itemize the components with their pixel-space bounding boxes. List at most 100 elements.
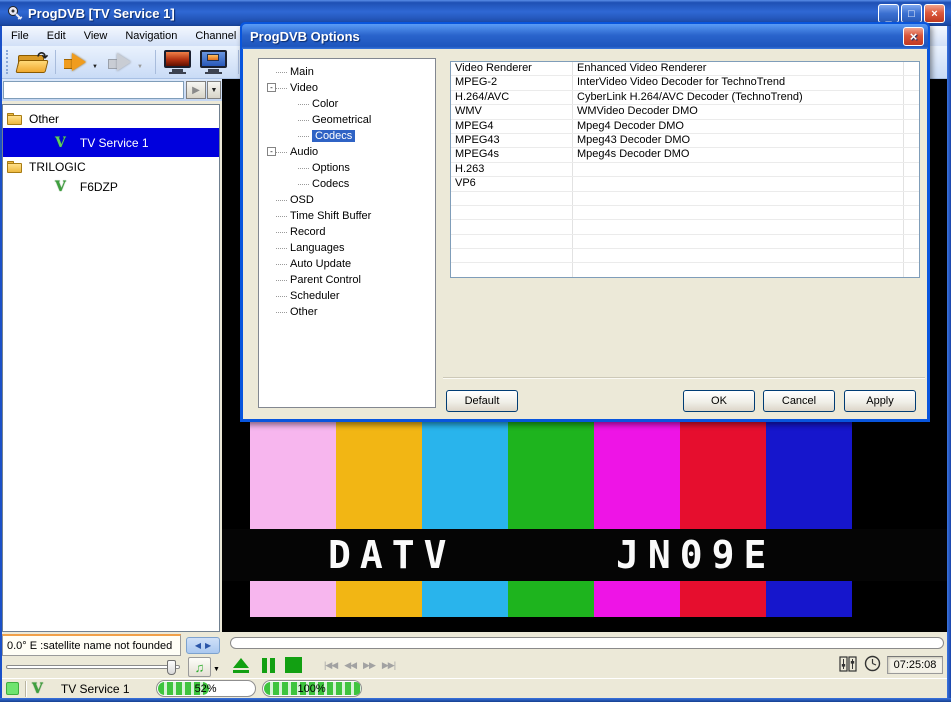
tree-item-osd[interactable]: OSD: [259, 192, 435, 208]
codec-format-cell: MPEG-2: [451, 76, 573, 89]
back-button[interactable]: [64, 53, 86, 71]
table-row[interactable]: H.263: [451, 163, 919, 177]
codec-format-cell: [451, 220, 573, 233]
codec-spacer-cell: [904, 62, 919, 75]
cancel-button[interactable]: Cancel: [763, 390, 835, 412]
music-note-icon: ♫: [195, 660, 205, 675]
table-row[interactable]: MPEG4sMpeg4s Decoder DMO: [451, 148, 919, 162]
rewind-button[interactable]: ◀◀: [344, 660, 356, 671]
tree-item-auto-update[interactable]: Auto Update: [259, 256, 435, 272]
codec-decoder-cell: Enhanced Video Renderer: [573, 62, 904, 75]
tree-item-codecs[interactable]: Codecs: [259, 176, 435, 192]
table-row[interactable]: [451, 206, 919, 220]
toolbar-grip-handle[interactable]: [6, 50, 9, 74]
table-row[interactable]: Video RendererEnhanced Video Renderer: [451, 62, 919, 76]
codec-format-cell: MPEG4s: [451, 148, 573, 161]
menu-view[interactable]: View: [75, 30, 117, 42]
open-channel-list-button[interactable]: ↷: [17, 51, 47, 74]
fullscreen-button[interactable]: [164, 50, 191, 74]
tree-item-main[interactable]: Main: [259, 64, 435, 80]
tree-item-parent-control[interactable]: Parent Control: [259, 272, 435, 288]
tree-item-audio[interactable]: -Audio: [259, 144, 435, 160]
volume-slider[interactable]: [6, 665, 180, 669]
tree-expander-icon[interactable]: -: [267, 83, 276, 92]
play-icon: ▶: [192, 85, 200, 96]
tree-item-other[interactable]: Other: [259, 304, 435, 320]
table-row[interactable]: MPEG-2InterVideo Video Decoder for Techn…: [451, 76, 919, 90]
eject-button[interactable]: [230, 658, 252, 673]
channel-prev-next-buttons[interactable]: ◀ ▶: [186, 637, 220, 654]
default-button[interactable]: Default: [446, 390, 518, 412]
table-row[interactable]: VP6: [451, 177, 919, 191]
dialog-title-bar[interactable]: ProgDVB Options ×: [242, 24, 928, 49]
tree-item-label: Other: [290, 306, 318, 318]
pause-button[interactable]: [262, 658, 275, 673]
tree-item-label: Time Shift Buffer: [290, 210, 371, 222]
satellite-status-tab[interactable]: 0.0° E :satellite name not founded: [2, 634, 181, 656]
transport-controls: |◀◀◀◀▶▶▶▶| 07:25:08: [222, 652, 947, 678]
table-row[interactable]: [451, 192, 919, 206]
tree-item-time-shift-buffer[interactable]: Time Shift Buffer: [259, 208, 435, 224]
signal-quality-value: 100%: [263, 681, 361, 696]
codec-spacer-cell: [904, 76, 919, 89]
tree-item-label: Video: [290, 82, 318, 94]
tree-item-codecs[interactable]: Codecs: [259, 128, 435, 144]
tree-item-label: Codecs: [312, 130, 355, 142]
table-row[interactable]: [451, 220, 919, 234]
clock-button[interactable]: [864, 655, 881, 675]
maximize-button[interactable]: □: [901, 4, 922, 23]
channel-dropdown-button[interactable]: ▼: [207, 81, 221, 99]
menu-file[interactable]: File: [2, 30, 38, 42]
tree-item-scheduler[interactable]: Scheduler: [259, 288, 435, 304]
channel-play-button[interactable]: ▶: [186, 81, 206, 99]
channel-item[interactable]: VTV Service 1: [3, 128, 219, 157]
menu-edit[interactable]: Edit: [38, 30, 75, 42]
skip-end-button[interactable]: ▶▶|: [382, 660, 395, 671]
forward-dropdown-caret[interactable]: ▼: [137, 64, 143, 70]
channel-item[interactable]: VF6DZP: [3, 176, 219, 198]
codec-decoder-cell: WMVideo Decoder DMO: [573, 105, 904, 118]
mixer-button[interactable]: [838, 656, 858, 675]
stop-button[interactable]: [285, 657, 302, 673]
channel-search-row: ▶ ▼: [2, 79, 222, 101]
tree-item-record[interactable]: Record: [259, 224, 435, 240]
fast-forward-button[interactable]: ▶▶: [363, 660, 375, 671]
tree-item-video[interactable]: - Video: [259, 80, 435, 96]
channel-group-header[interactable]: TRILOGIC: [3, 157, 219, 176]
tree-item-geometrical[interactable]: Geometrical: [259, 112, 435, 128]
video-window-button[interactable]: [200, 50, 227, 74]
menu-channel[interactable]: Channel: [186, 30, 245, 42]
prev-channel-icon: ◀: [195, 641, 201, 650]
close-button[interactable]: ×: [924, 4, 945, 23]
tree-item-label: Options: [312, 162, 350, 174]
tree-item-color[interactable]: Color: [259, 96, 435, 112]
audio-track-button[interactable]: ♫: [188, 657, 211, 677]
table-row[interactable]: H.264/AVCCyberLink H.264/AVC Decoder (Te…: [451, 91, 919, 105]
tree-item-languages[interactable]: Languages: [259, 240, 435, 256]
ok-button[interactable]: OK: [683, 390, 755, 412]
channel-v-icon: V: [55, 135, 66, 151]
table-row[interactable]: MPEG4Mpeg4 Decoder DMO: [451, 120, 919, 134]
status-bar: V TV Service 1 52% 100%: [2, 678, 947, 698]
volume-slider-thumb[interactable]: [167, 660, 176, 675]
menu-navigation[interactable]: Navigation: [116, 30, 186, 42]
channel-search-input[interactable]: [3, 81, 184, 99]
skip-start-button[interactable]: |◀◀: [324, 660, 337, 671]
apply-button[interactable]: Apply: [844, 390, 916, 412]
forward-button[interactable]: [108, 53, 131, 71]
close-icon: ×: [910, 29, 918, 44]
table-row[interactable]: WMVWMVideo Decoder DMO: [451, 105, 919, 119]
channel-group-label: Other: [29, 112, 59, 126]
back-dropdown-caret[interactable]: ▼: [92, 64, 98, 70]
tree-item-options[interactable]: Options: [259, 160, 435, 176]
table-row[interactable]: [451, 263, 919, 277]
seek-bar[interactable]: [230, 637, 944, 649]
table-row[interactable]: [451, 249, 919, 263]
table-row[interactable]: MPEG43Mpeg43 Decoder DMO: [451, 134, 919, 148]
table-row[interactable]: [451, 235, 919, 249]
audio-track-dropdown[interactable]: ▼: [211, 661, 222, 677]
dialog-close-button[interactable]: ×: [903, 27, 924, 46]
tree-expander-icon[interactable]: -: [267, 147, 276, 156]
channel-group-header[interactable]: Other: [3, 109, 219, 128]
minimize-button[interactable]: _: [878, 4, 899, 23]
